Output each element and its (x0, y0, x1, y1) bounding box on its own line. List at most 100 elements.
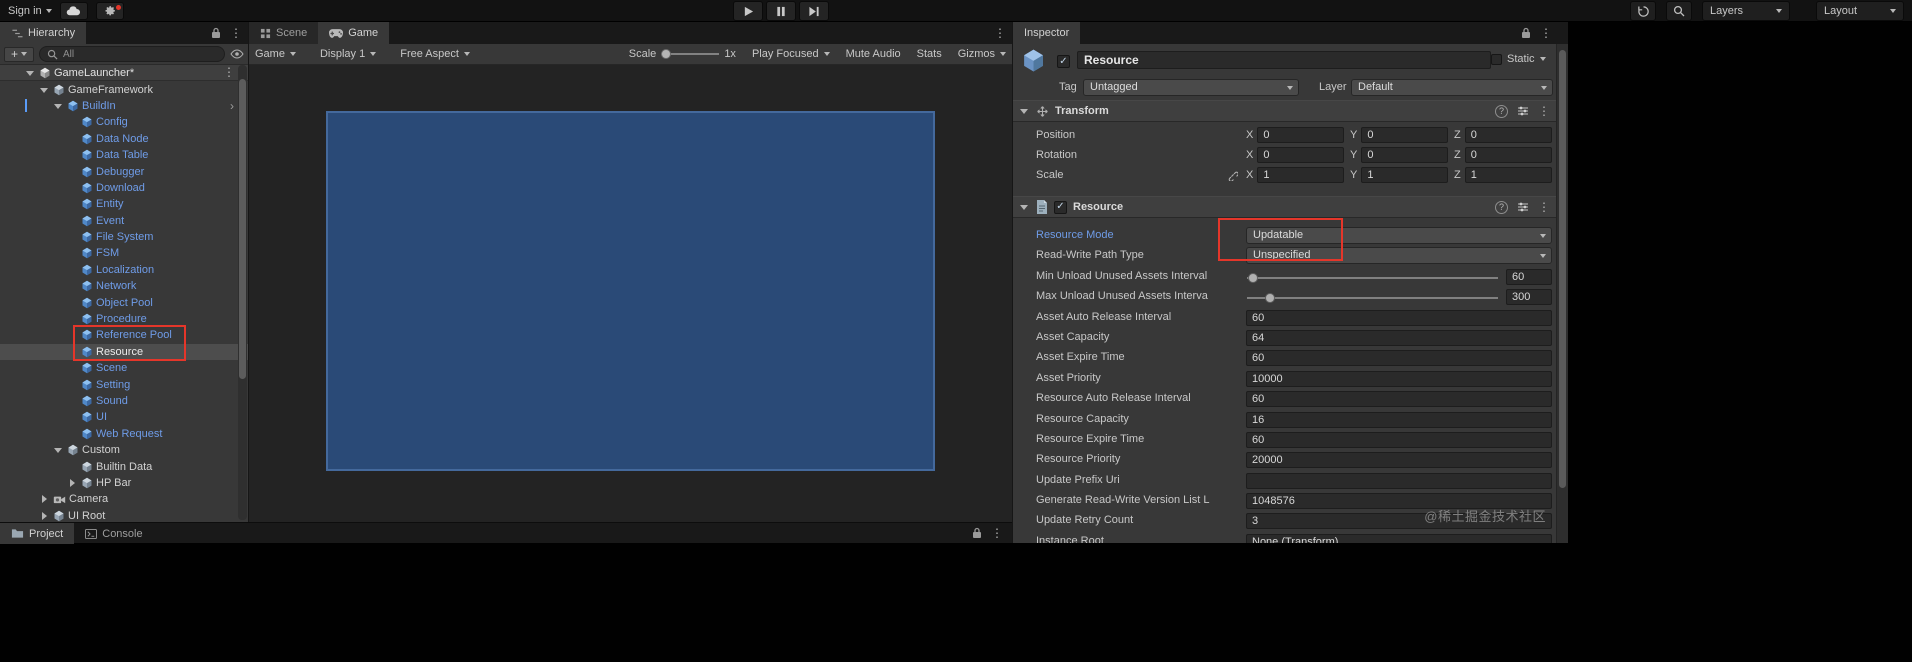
cloud-button[interactable] (59, 2, 88, 20)
asset-priority-field[interactable]: 10000 (1246, 370, 1552, 387)
slider-knob[interactable] (1247, 272, 1258, 283)
hierarchy-item-debugger[interactable]: Debugger (0, 163, 248, 179)
hierarchy-item-custom[interactable]: Custom (0, 442, 248, 458)
play-button[interactable] (733, 1, 763, 21)
hierarchy-item-config[interactable]: Config (0, 114, 248, 130)
scene-options-kebab-icon[interactable]: ⋮ (223, 66, 235, 78)
min-unload-unused-assets-interval-slider[interactable] (1247, 272, 1498, 283)
position-y-field[interactable]: 0 (1361, 127, 1448, 143)
panel-menu-kebab-icon[interactable]: ⋮ (230, 27, 242, 39)
foldout-arrow[interactable] (53, 98, 64, 114)
step-button[interactable] (799, 1, 829, 21)
resource-priority-field[interactable]: 20000 (1246, 452, 1552, 469)
preset-icon[interactable] (1517, 105, 1529, 117)
component-menu-kebab-icon[interactable]: ⋮ (1538, 105, 1550, 117)
scrollbar-thumb[interactable] (1559, 50, 1566, 488)
min-unload-unused-assets-interval-field[interactable]: 60 (1506, 268, 1552, 285)
hierarchy-item-gamelauncher[interactable]: GameLauncher* ⋮ (0, 65, 248, 82)
hierarchy-item-data-node[interactable]: Data Node (0, 131, 248, 147)
aspect-ratio-dropdown[interactable]: Free Aspect (400, 48, 470, 60)
hierarchy-item-file-system[interactable]: File System (0, 229, 248, 245)
help-icon[interactable]: ? (1495, 104, 1508, 118)
asset-capacity-field[interactable]: 64 (1246, 329, 1552, 346)
gameobject-name-field[interactable]: Resource (1077, 51, 1491, 69)
hierarchy-search-input[interactable]: All (39, 46, 225, 62)
gizmos-dropdown[interactable]: Gizmos (958, 48, 1006, 60)
scale-y-field[interactable]: 1 (1361, 167, 1448, 183)
max-unload-unused-assets-interva-field[interactable]: 300 (1506, 289, 1552, 306)
layer-dropdown[interactable]: Default (1351, 79, 1553, 96)
help-icon[interactable]: ? (1495, 200, 1508, 214)
foldout-arrow[interactable] (39, 82, 50, 98)
hierarchy-item-sound[interactable]: Sound (0, 393, 248, 409)
resource-component-header[interactable]: ✓ Resource ? ⋮ (1013, 196, 1556, 218)
services-button[interactable] (95, 2, 124, 20)
stats-toggle[interactable]: Stats (917, 48, 942, 60)
hierarchy-item-gameframework[interactable]: GameFramework (0, 81, 248, 97)
inspector-scrollbar[interactable] (1556, 44, 1568, 543)
rotation-y-field[interactable]: 0 (1361, 147, 1448, 163)
sign-in-button[interactable]: Sign in (8, 5, 52, 17)
hierarchy-item-download[interactable]: Download (0, 180, 248, 196)
foldout-arrow[interactable] (25, 65, 36, 81)
slider-knob[interactable] (661, 49, 672, 59)
hierarchy-item-object-pool[interactable]: Object Pool (0, 294, 248, 310)
scrollbar-thumb[interactable] (239, 79, 246, 379)
undo-history-button[interactable] (1630, 1, 1656, 21)
scale-x-field[interactable]: 1 (1257, 167, 1344, 183)
resource-capacity-field[interactable]: 16 (1246, 411, 1552, 428)
hierarchy-item-localization[interactable]: Localization (0, 262, 248, 278)
scale-z-field[interactable]: 1 (1464, 167, 1552, 183)
rotation-x-field[interactable]: 0 (1257, 147, 1344, 163)
tab-project[interactable]: Project (0, 523, 75, 544)
foldout-arrow[interactable] (1019, 199, 1030, 215)
foldout-arrow[interactable] (67, 475, 78, 491)
tab-hierarchy[interactable]: Hierarchy (0, 22, 87, 44)
component-menu-kebab-icon[interactable]: ⋮ (1538, 201, 1550, 213)
foldout-arrow[interactable] (1019, 103, 1030, 119)
resource-auto-release-interval-field[interactable]: 60 (1246, 391, 1552, 408)
resource-expire-time-field[interactable]: 60 (1246, 431, 1552, 448)
gameobject-active-checkbox[interactable]: ✓ (1057, 55, 1070, 68)
hierarchy-item-ui[interactable]: UI (0, 409, 248, 425)
position-x-field[interactable]: 0 (1257, 127, 1344, 143)
static-checkbox[interactable] (1491, 53, 1502, 65)
scale-slider[interactable] (661, 48, 720, 60)
position-z-field[interactable]: 0 (1464, 127, 1552, 143)
hierarchy-item-setting[interactable]: Setting (0, 376, 248, 392)
hierarchy-item-scene[interactable]: Scene (0, 360, 248, 376)
tab-game[interactable]: Game (318, 22, 390, 44)
hierarchy-item-network[interactable]: Network (0, 278, 248, 294)
lock-icon[interactable] (972, 527, 982, 539)
hierarchy-item-ui-root[interactable]: UI Root (0, 508, 248, 522)
panel-menu-kebab-icon[interactable]: ⋮ (991, 527, 1003, 539)
rotation-z-field[interactable]: 0 (1464, 147, 1552, 163)
play-focused-dropdown[interactable]: Play Focused (752, 48, 830, 60)
scene-visibility-eye-button[interactable] (230, 49, 244, 59)
layers-dropdown[interactable]: Layers (1702, 1, 1790, 21)
component-enabled-checkbox[interactable]: ✓ (1054, 200, 1067, 214)
tab-inspector[interactable]: Inspector (1013, 22, 1081, 44)
hierarchy-item-entity[interactable]: Entity (0, 196, 248, 212)
foldout-arrow[interactable] (39, 508, 50, 522)
mute-audio-toggle[interactable]: Mute Audio (846, 48, 901, 60)
lock-icon[interactable] (211, 27, 221, 39)
display-target-dropdown[interactable]: Game (255, 48, 296, 60)
hierarchy-item-builtin-data[interactable]: Builtin Data (0, 458, 248, 474)
hierarchy-item-data-table[interactable]: Data Table (0, 147, 248, 163)
instance-root-field[interactable]: None (Transform) (1246, 533, 1552, 543)
search-button[interactable] (1666, 1, 1692, 21)
max-unload-unused-assets-interva-slider[interactable] (1247, 293, 1498, 304)
static-dropdown[interactable]: Static (1491, 53, 1546, 65)
link-scale-icon[interactable] (1227, 170, 1238, 181)
hierarchy-item-buildin[interactable]: BuildIn › (0, 98, 248, 114)
layout-dropdown[interactable]: Layout (1816, 1, 1904, 21)
tag-dropdown[interactable]: Untagged (1083, 79, 1299, 96)
update-prefix-uri-field[interactable] (1246, 472, 1552, 489)
prefab-open-chevron-icon[interactable]: › (230, 98, 234, 114)
slider-knob[interactable] (1265, 293, 1276, 304)
pause-button[interactable] (766, 1, 796, 21)
panel-menu-kebab-icon[interactable]: ⋮ (994, 27, 1006, 39)
display-dropdown[interactable]: Display 1 (320, 48, 377, 60)
hierarchy-item-camera[interactable]: Camera (0, 491, 248, 507)
